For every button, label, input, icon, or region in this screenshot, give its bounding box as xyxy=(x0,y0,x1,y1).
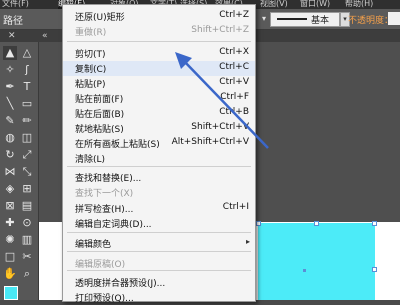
annotation-arrow-icon xyxy=(175,52,269,149)
annotation-arrow-line xyxy=(182,59,269,149)
